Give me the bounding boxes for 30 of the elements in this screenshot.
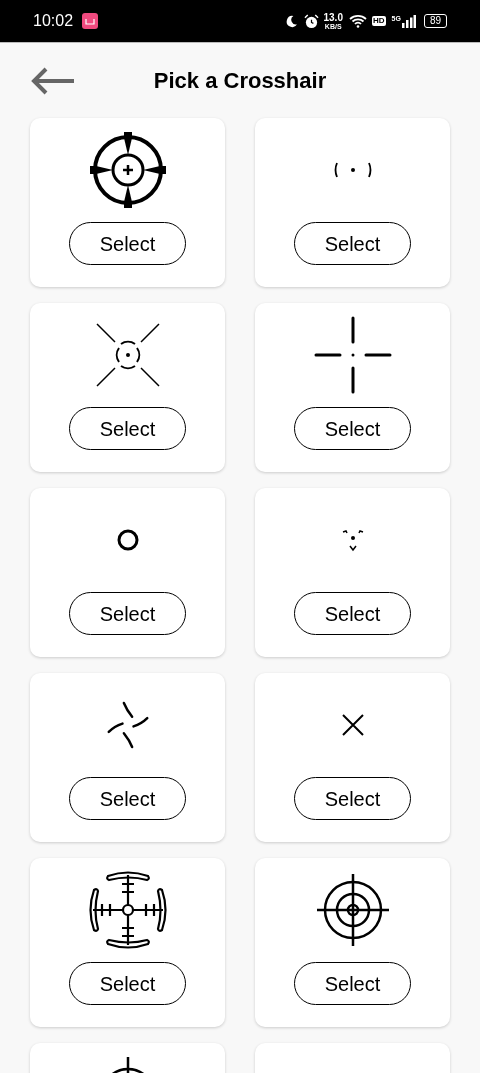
alarm-icon	[303, 13, 319, 29]
select-button[interactable]: Select	[69, 407, 186, 450]
ring-crosshair-icon	[116, 529, 139, 551]
battery-indicator: 89	[423, 14, 447, 28]
dot-brackets-crosshair-icon	[333, 161, 372, 179]
scope-crosshair-icon	[87, 130, 168, 210]
back-button[interactable]	[30, 65, 76, 96]
select-button[interactable]: Select	[294, 222, 411, 265]
signal-icon	[401, 14, 416, 28]
select-button[interactable]: Select	[294, 777, 411, 820]
chevrons-crosshair-icon	[340, 528, 365, 552]
select-button[interactable]: Select	[294, 592, 411, 635]
select-button[interactable]: Select	[69, 777, 186, 820]
select-button[interactable]: Select	[69, 222, 186, 265]
select-button[interactable]: Select	[294, 962, 411, 1005]
select-button[interactable]: Select	[294, 407, 411, 450]
select-button[interactable]: Select	[69, 962, 186, 1005]
select-button[interactable]: Select	[69, 592, 186, 635]
clock: 10:02	[33, 11, 74, 31]
speed-value: 13.0	[323, 12, 343, 23]
app-icon	[82, 13, 99, 29]
ruler-scope-crosshair-icon	[87, 870, 168, 950]
crosshair-icon	[312, 315, 393, 395]
pinwheel-crosshair-icon	[105, 700, 150, 750]
moon-icon	[284, 14, 298, 28]
wifi-icon	[348, 14, 367, 28]
back-arrow-icon	[30, 65, 76, 96]
x-crosshair-icon	[340, 713, 365, 737]
hd-badge: HD	[371, 16, 386, 26]
page-title: Pick a Crosshair	[153, 67, 327, 95]
